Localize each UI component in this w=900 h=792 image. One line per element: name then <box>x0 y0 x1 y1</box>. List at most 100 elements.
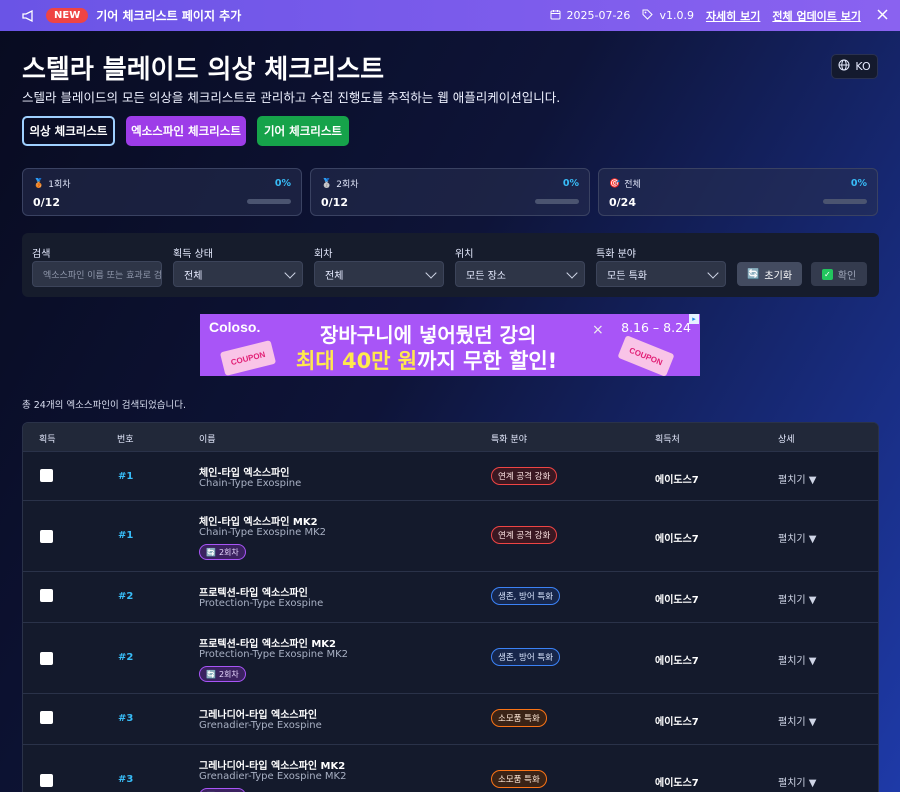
row-name-en: Grenadier-Type Exospine <box>199 720 322 731</box>
spec-tag: 소모품 특화 <box>491 770 547 788</box>
spec-value: 모든 특화 <box>607 270 647 282</box>
location-value: 모든 장소 <box>466 270 506 282</box>
round-badge-icon: 🔄 <box>206 669 216 679</box>
search-label: 검색 <box>32 249 51 260</box>
location-select[interactable]: 모든 장소 <box>455 261 585 287</box>
row-name-en: Chain-Type Exospine MK2 <box>199 527 327 538</box>
medal-icon: 🥈 <box>321 178 333 189</box>
calendar-icon <box>550 9 561 23</box>
acquired-checkbox[interactable] <box>40 469 53 482</box>
expand-toggle[interactable]: 펼치기 ▼ <box>778 591 816 606</box>
stat-progress-bar <box>823 199 867 204</box>
banner-message: 기어 체크리스트 페이지 추가 <box>96 9 242 23</box>
result-count: 총 24개의 엑소스파인이 검색되었습니다. <box>22 400 187 411</box>
row-source: 에이도스7 <box>655 595 699 606</box>
stat-label: 1회차 <box>48 180 71 190</box>
reset-button[interactable]: 🔄 초기화 <box>737 262 802 286</box>
stat-percent: 0% <box>274 178 291 189</box>
stat-card-total: 🎯 전체 0% 0/24 <box>598 168 878 216</box>
table-row: #1 체인-타입 엑소스파인 MK2 Chain-Type Exospine MK2… <box>23 500 878 571</box>
confirm-label: 확인 <box>837 270 857 282</box>
col-spec: 특화 분야 <box>491 435 527 445</box>
ad-banner[interactable]: Coloso. COUPON COUPON 장바구니에 넣어뒀던 강의 최대 4… <box>200 314 700 376</box>
round-label: 회차 <box>314 249 333 260</box>
tag-icon <box>642 9 654 23</box>
stat-count: 0/12 <box>321 196 348 209</box>
ad-headline: 장바구니에 넣어뒀던 강의 <box>320 323 537 347</box>
spec-label: 특화 분야 <box>596 249 636 260</box>
row-source: 에이도스7 <box>655 778 699 789</box>
reset-label: 초기화 <box>764 270 793 282</box>
round-badge-label: 2회차 <box>218 669 239 679</box>
chevron-down-icon <box>425 267 437 279</box>
ad-subline: 최대 40만 원까지 무한 할인! <box>296 345 557 375</box>
row-number: #1 <box>118 471 134 482</box>
check-icon: ✓ <box>821 268 833 280</box>
stat-progress-bar <box>247 199 291 204</box>
row-name-en: Grenadier-Type Exospine MK2 <box>199 771 347 782</box>
status-select[interactable]: 전체 <box>173 261 303 287</box>
acquired-checkbox[interactable] <box>40 530 53 543</box>
spec-select[interactable]: 모든 특화 <box>596 261 726 287</box>
location-label: 위치 <box>455 249 474 260</box>
status-value: 전체 <box>184 270 203 282</box>
ad-close-icon[interactable]: × <box>592 322 604 338</box>
table-row: #1 체인-타입 엑소스파인 Chain-Type Exospine 연계 공격 강화… <box>23 451 878 500</box>
stat-percent: 0% <box>562 178 579 189</box>
search-input[interactable]: 엑소스파인 이름 또는 효과로 검색... <box>32 261 162 287</box>
col-source: 획득처 <box>655 435 680 445</box>
row-number: #1 <box>118 530 134 541</box>
table-row: #3 그레나디어-타입 엑소스파인 Grenadier-Type Exospine 소… <box>23 693 878 744</box>
row-source: 에이도스7 <box>655 656 699 667</box>
confirm-button[interactable]: ✓ 확인 <box>811 262 867 286</box>
banner-date: 2025-07-26 <box>566 9 631 22</box>
row-name-kr: 그레나디어-타입 엑소스파인 <box>199 710 318 721</box>
ad-date: 8.16 – 8.24 <box>621 320 691 335</box>
table-row: #2 프로텍션-타입 엑소스파인 Protection-Type Exospine 생… <box>23 571 878 622</box>
banner-version: v1.0.9 <box>659 9 694 22</box>
round-select[interactable]: 전체 <box>314 261 444 287</box>
costume-checklist-button[interactable]: 의상 체크리스트 <box>22 116 115 146</box>
acquired-checkbox[interactable] <box>40 774 53 787</box>
exospine-checklist-button[interactable]: 엑소스파인 체크리스트 <box>126 116 246 146</box>
spec-tag: 생존, 방어 특화 <box>491 587 561 605</box>
bronze-medal-icon: 🥉 <box>33 178 45 189</box>
gear-checklist-button[interactable]: 기어 체크리스트 <box>257 116 349 146</box>
spec-tag: 연계 공격 강화 <box>491 467 558 485</box>
row-name-kr: 프로텍션-타입 엑소스파인 <box>199 588 308 599</box>
stat-card-round2: 🥈 2회차 0% 0/12 <box>310 168 590 216</box>
row-name-en: Chain-Type Exospine <box>199 478 302 489</box>
page-subtitle: 스텔라 블레이드의 모든 의상을 체크리스트로 관리하고 수집 진행도를 추적하… <box>22 90 561 105</box>
expand-toggle[interactable]: 펼치기 ▼ <box>778 471 816 486</box>
all-updates-link[interactable]: 전체 업데이트 보기 <box>772 8 861 24</box>
close-icon[interactable] <box>877 8 888 23</box>
exospine-table: 획득 번호 이름 특화 분야 획득처 상세 #1 체인-타입 엑소스파인 Chain… <box>22 422 879 792</box>
details-link[interactable]: 자세히 보기 <box>706 8 760 24</box>
expand-toggle[interactable]: 펼치기 ▼ <box>778 774 816 789</box>
row-source: 에이도스7 <box>655 534 699 545</box>
round-badge-icon: 🔄 <box>206 547 216 557</box>
stat-count: 0/12 <box>33 196 60 209</box>
acquired-checkbox[interactable] <box>40 589 53 602</box>
status-label: 획득 상태 <box>173 249 213 260</box>
language-selector[interactable]: KO <box>831 54 878 79</box>
row-source: 에이도스7 <box>655 475 699 486</box>
chevron-down-icon <box>566 267 578 279</box>
spec-tag: 소모품 특화 <box>491 709 547 727</box>
round-badge: 🔄2회차 <box>199 788 246 792</box>
table-header: 획득 번호 이름 특화 분야 획득처 상세 <box>23 423 878 451</box>
globe-icon <box>838 59 850 74</box>
ad-logo: Coloso. <box>209 319 261 335</box>
adchoices-icon[interactable]: ▸ <box>689 314 699 324</box>
expand-toggle[interactable]: 펼치기 ▼ <box>778 652 816 667</box>
table-row: #2 프로텍션-타입 엑소스파인 MK2 Protection-Type Exosp… <box>23 622 878 693</box>
round-badge: 🔄2회차 <box>199 544 246 560</box>
stat-label: 전체 <box>624 180 641 190</box>
expand-toggle[interactable]: 펼치기 ▼ <box>778 530 816 545</box>
expand-toggle[interactable]: 펼치기 ▼ <box>778 713 816 728</box>
round-value: 전체 <box>325 270 344 282</box>
acquired-checkbox[interactable] <box>40 711 53 724</box>
filter-panel: 검색 엑소스파인 이름 또는 효과로 검색... 획득 상태 전체 회차 전체 … <box>22 233 879 297</box>
acquired-checkbox[interactable] <box>40 652 53 665</box>
row-name-kr: 체인-타입 엑소스파인 MK2 <box>199 517 318 528</box>
